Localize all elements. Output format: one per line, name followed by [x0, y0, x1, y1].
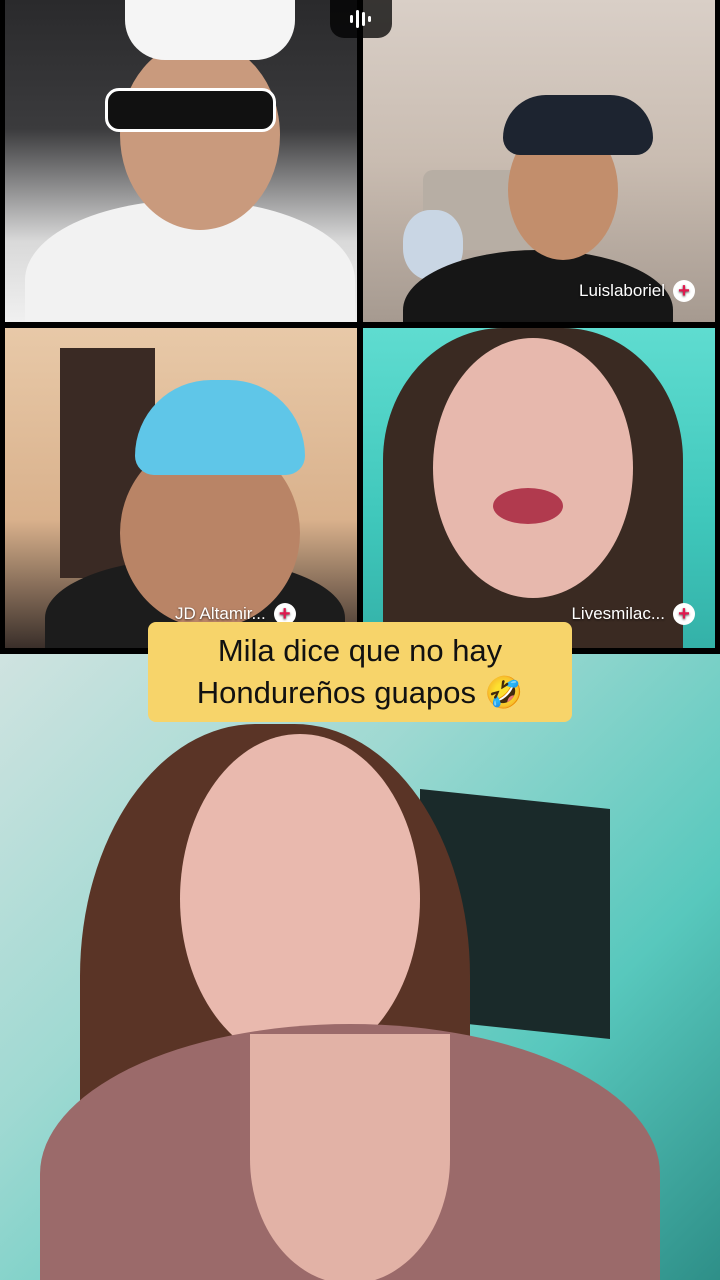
neckline [250, 1034, 450, 1280]
participant-video-5[interactable] [0, 654, 720, 1280]
sunglasses [105, 88, 276, 132]
caption-line-2: Hondureños guapos 🤣 [196, 675, 524, 710]
black-cap [503, 95, 653, 155]
white-cap [125, 0, 295, 60]
participant-video-2[interactable]: Luislaboriel + [363, 0, 715, 322]
participant-video-4[interactable]: Livesmilac... + [363, 328, 715, 648]
participant-face [120, 40, 280, 230]
audio-waveform-icon [350, 10, 371, 28]
lips [493, 488, 563, 524]
participant-face [180, 734, 420, 1064]
audio-waveform-button[interactable] [330, 0, 392, 38]
participant-name-tag: Livesmilac... + [571, 603, 695, 625]
plus-circle-icon[interactable]: + [673, 603, 695, 625]
blue-cap [135, 380, 305, 475]
caption-line-1: Mila dice que no hay [217, 633, 503, 668]
participant-video-3[interactable]: JD Altamir... + [5, 328, 357, 648]
plus-circle-icon[interactable]: + [673, 280, 695, 302]
participant-name: Luislaboriel [579, 281, 665, 300]
participant-video-1[interactable] [5, 0, 357, 322]
participant-name-tag: Luislaboriel + [579, 280, 695, 302]
caption-banner: Mila dice que no hay Hondureños guapos 🤣 [148, 622, 572, 722]
participant-name: Livesmilac... [571, 604, 665, 623]
participant-face [433, 338, 633, 598]
participant-name: JD Altamir... [175, 604, 266, 623]
